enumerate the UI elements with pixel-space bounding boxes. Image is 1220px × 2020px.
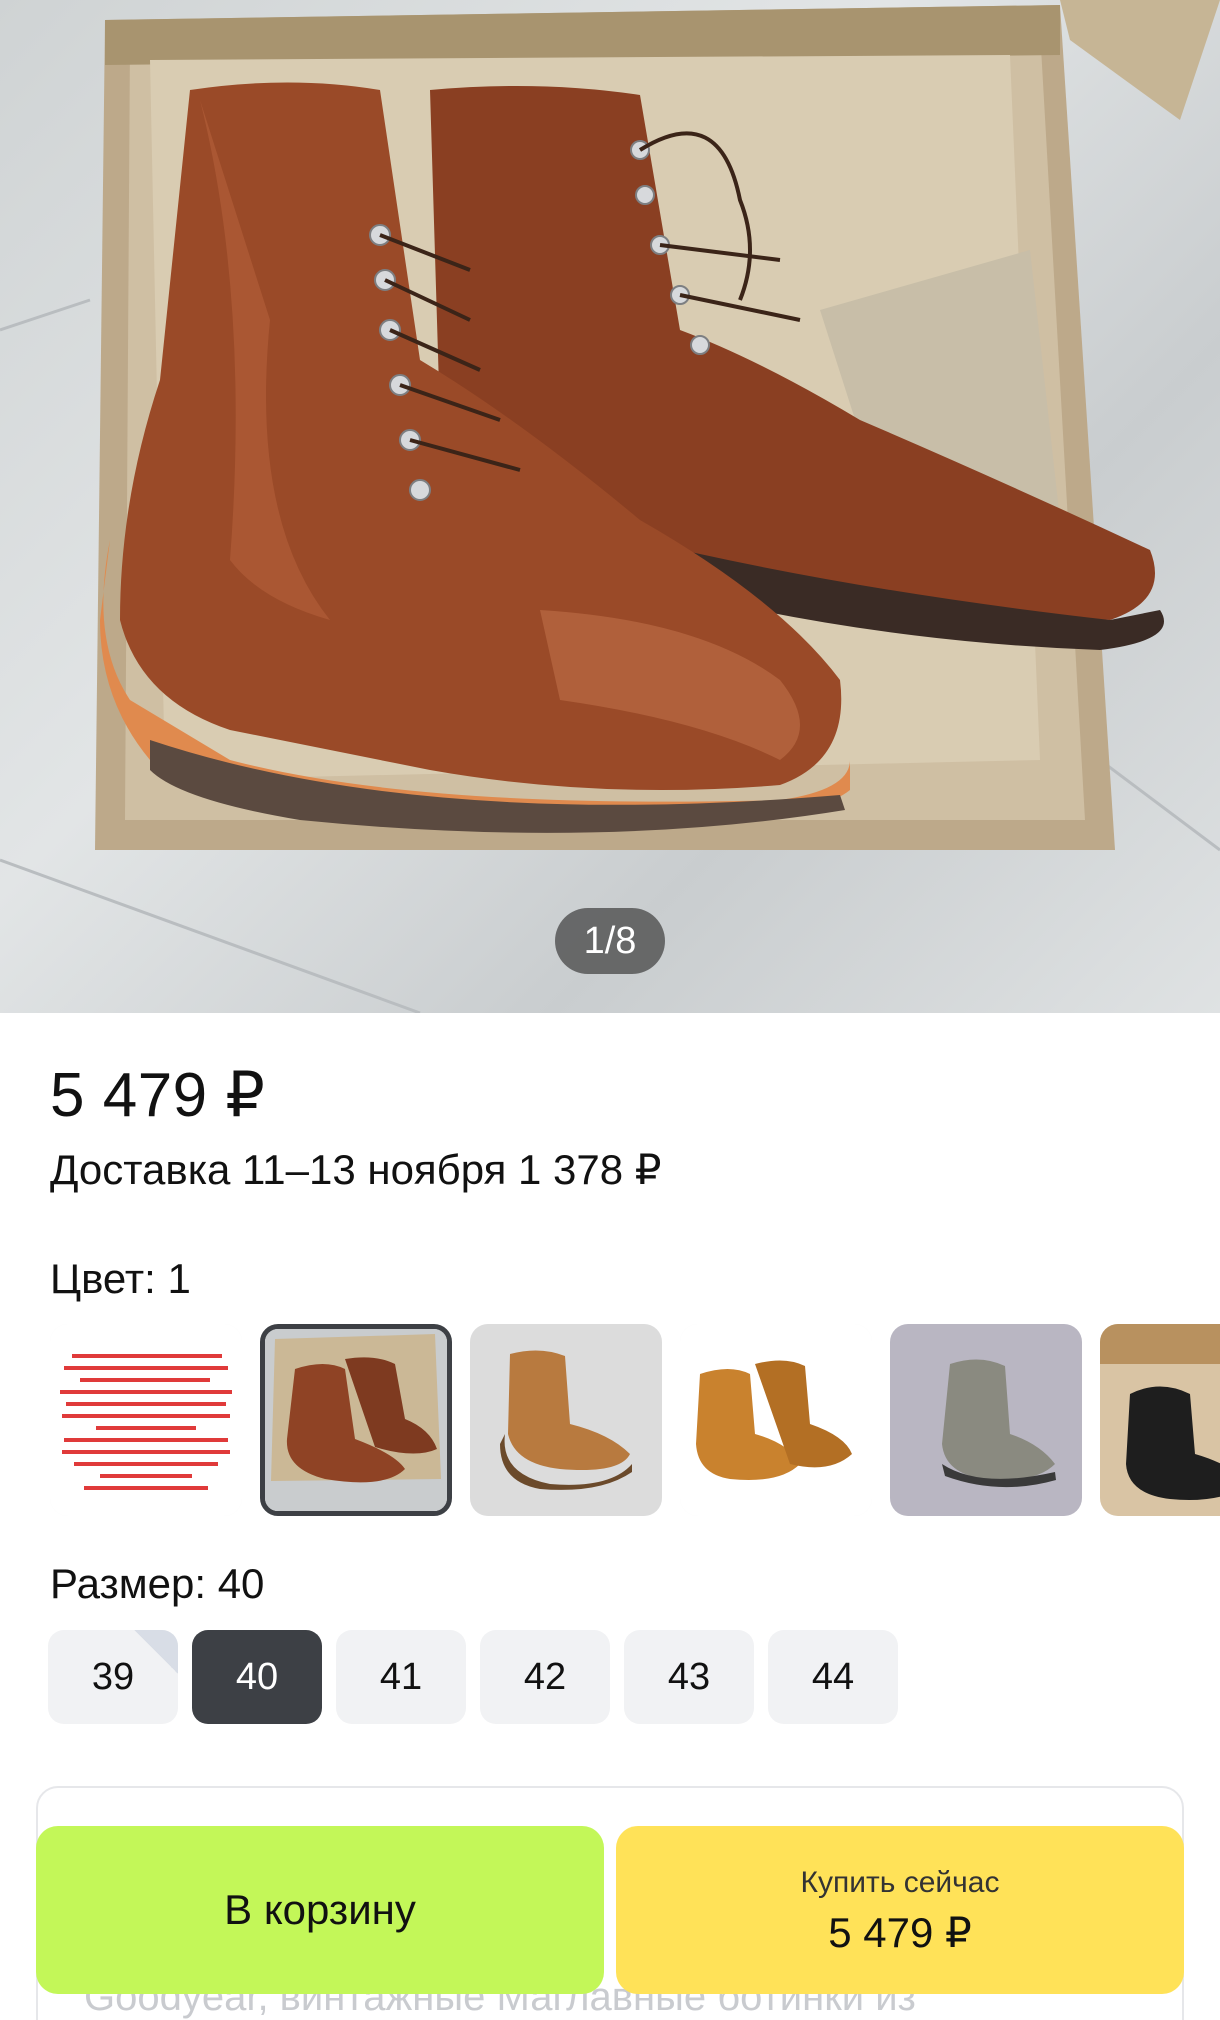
color-swatch-1-selected[interactable] (260, 1324, 452, 1516)
image-counter: 1/8 (555, 908, 665, 974)
color-swatch-4[interactable] (890, 1324, 1082, 1516)
grey-boots-image (890, 1324, 1082, 1516)
size-option-label: 39 (91, 1656, 135, 1698)
size-option-label: 42 (523, 1656, 567, 1698)
boots-in-box-image (265, 1329, 447, 1511)
buy-now-price: 5 479 ₽ (828, 1909, 972, 1956)
add-to-cart-button[interactable]: В корзину (36, 1826, 604, 1994)
color-swatches[interactable] (50, 1324, 1220, 1516)
black-boots-image (1100, 1324, 1220, 1516)
size-option-44[interactable]: 44 (768, 1630, 898, 1724)
size-option-39[interactable]: 39 (48, 1630, 178, 1724)
size-option-42[interactable]: 42 (480, 1630, 610, 1724)
delivery-info: Доставка 11–13 ноября 1 378 ₽ (50, 1146, 662, 1193)
product-gallery[interactable]: 1/8 (0, 0, 1220, 1013)
size-option-41[interactable]: 41 (336, 1630, 466, 1724)
color-swatch-2[interactable] (470, 1324, 662, 1516)
tan-boots-image (470, 1324, 662, 1516)
color-swatch-3[interactable] (680, 1324, 872, 1516)
size-option-label: 44 (811, 1656, 855, 1698)
honey-boots-image (680, 1324, 872, 1516)
product-price: 5 479 ₽ (50, 1061, 266, 1130)
color-swatch-5[interactable] (1100, 1324, 1220, 1516)
size-option-label: 40 (235, 1656, 279, 1698)
buy-now-label: Купить сейчас (800, 1866, 1000, 1899)
size-option-40-selected[interactable]: 40 (192, 1630, 322, 1724)
size-note-image (50, 1324, 242, 1516)
size-label: Размер: 40 (50, 1560, 265, 1607)
color-swatch-size-note[interactable] (50, 1324, 242, 1516)
buy-now-button[interactable]: Купить сейчас 5 479 ₽ (616, 1826, 1184, 1994)
size-option-label: 43 (667, 1656, 711, 1698)
size-option-label: 41 (379, 1656, 423, 1698)
size-option-43[interactable]: 43 (624, 1630, 754, 1724)
color-label: Цвет: 1 (50, 1255, 191, 1302)
low-stock-corner-icon (134, 1630, 178, 1674)
product-photo (0, 0, 1220, 1013)
